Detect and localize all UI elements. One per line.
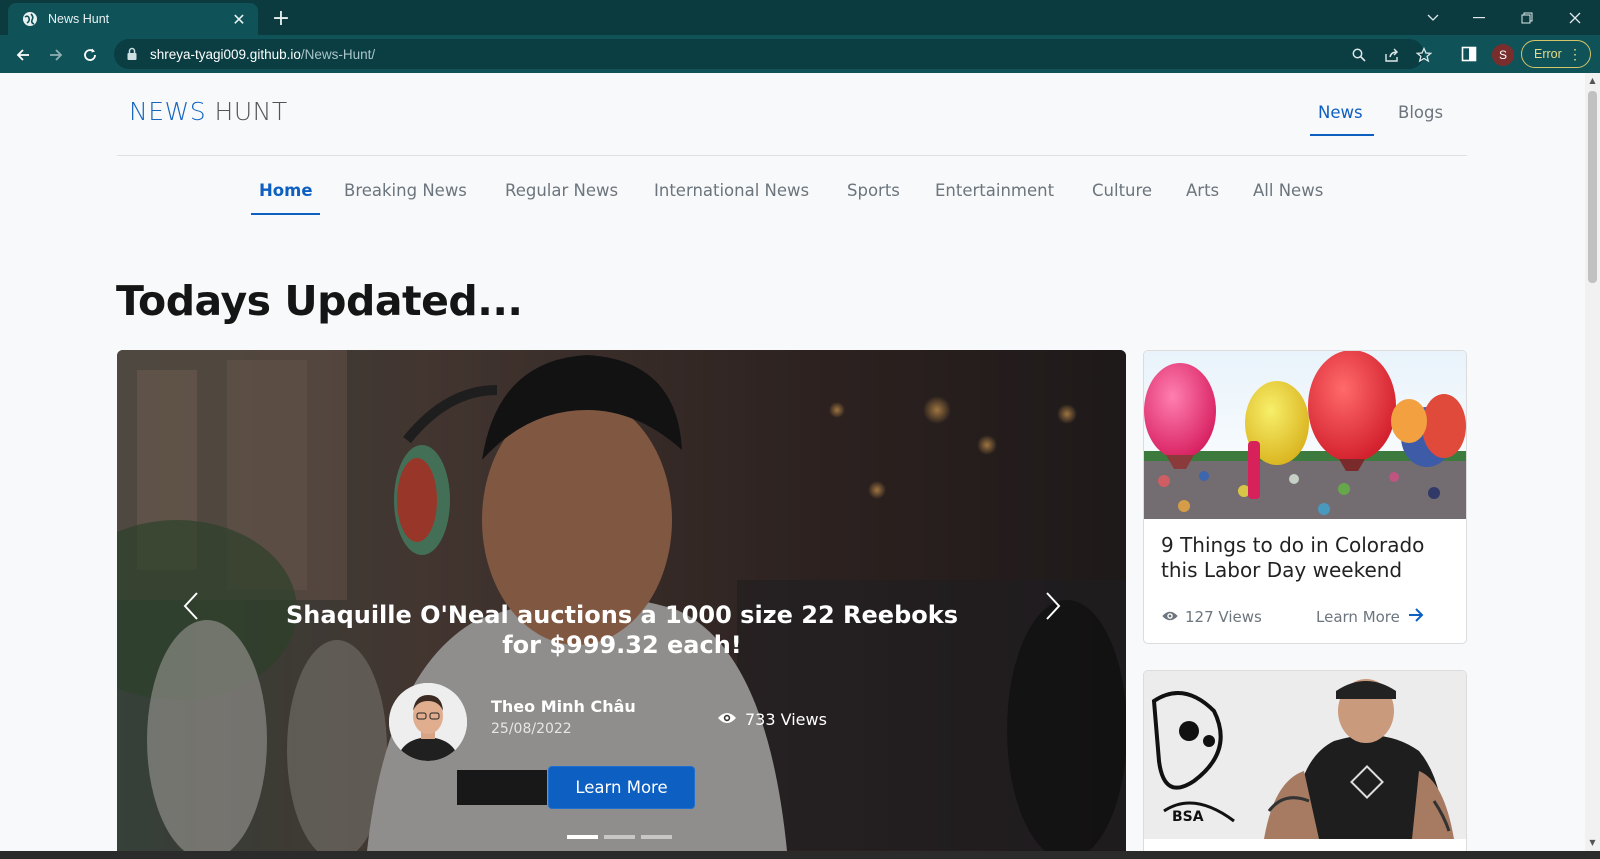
restore-button[interactable] bbox=[1504, 0, 1550, 35]
page-heading: Todays Updated... bbox=[116, 277, 523, 325]
new-tab-button[interactable]: + bbox=[268, 6, 294, 31]
top-nav-news[interactable]: News bbox=[1318, 103, 1363, 122]
close-window-button[interactable] bbox=[1552, 0, 1598, 35]
category-arts[interactable]: Arts bbox=[1186, 181, 1219, 200]
back-button[interactable] bbox=[9, 41, 37, 69]
more-options-icon: ⋮ bbox=[1568, 46, 1582, 62]
zoom-search-icon[interactable] bbox=[1350, 46, 1368, 64]
scroll-up-icon[interactable]: ▲ bbox=[1588, 76, 1597, 86]
active-tab-underline bbox=[1310, 134, 1374, 136]
category-home[interactable]: Home bbox=[259, 181, 313, 200]
publish-date: 25/08/2022 bbox=[491, 721, 572, 737]
side-panel-icon[interactable] bbox=[1459, 44, 1479, 64]
news-card[interactable]: 9 Things to do in Colorado this Labor Da… bbox=[1143, 350, 1467, 644]
carousel-indicators bbox=[567, 835, 672, 839]
category-regular-news[interactable]: Regular News bbox=[505, 181, 618, 200]
featured-carousel: Shaquille O'Neal auctions a 1000 size 22… bbox=[117, 350, 1126, 851]
eye-icon bbox=[1161, 608, 1179, 626]
error-menu-button[interactable]: Error ⋮ bbox=[1521, 40, 1591, 68]
forward-button[interactable] bbox=[42, 41, 70, 69]
category-entertainment[interactable]: Entertainment bbox=[935, 181, 1054, 200]
carousel-indicator[interactable] bbox=[604, 835, 635, 839]
active-category-underline bbox=[251, 213, 320, 215]
news-card[interactable]: BSA bbox=[1143, 670, 1467, 851]
card-image bbox=[1144, 351, 1466, 519]
bookmark-star-icon[interactable] bbox=[1415, 46, 1433, 64]
svg-text:BSA: BSA bbox=[1172, 809, 1204, 825]
carousel-indicator[interactable] bbox=[641, 835, 672, 839]
author-avatar bbox=[389, 683, 467, 761]
browser-tab-bar: News Hunt ✕ + bbox=[0, 0, 1600, 35]
browser-toolbar: shreya-tyagi009.github.io/News-Hunt/ S E… bbox=[0, 35, 1600, 73]
address-bar[interactable]: shreya-tyagi009.github.io/News-Hunt/ bbox=[114, 39, 1432, 69]
card-views: 127 Views bbox=[1161, 608, 1262, 626]
browser-tab[interactable]: News Hunt ✕ bbox=[8, 3, 258, 35]
share-icon[interactable] bbox=[1383, 46, 1401, 64]
globe-icon bbox=[22, 11, 38, 27]
scroll-thumb[interactable] bbox=[1588, 91, 1597, 283]
author-name: Theo Minh Châu bbox=[491, 697, 636, 716]
site-logo[interactable]: NEWS HUNT bbox=[129, 97, 288, 126]
profile-avatar[interactable]: S bbox=[1492, 44, 1514, 66]
top-nav-blogs[interactable]: Blogs bbox=[1398, 103, 1443, 122]
carousel-indicator[interactable] bbox=[567, 835, 598, 839]
category-all-news[interactable]: All News bbox=[1253, 181, 1323, 200]
category-international-news[interactable]: International News bbox=[654, 181, 809, 200]
taskbar-edge bbox=[0, 851, 1600, 859]
views-count: 733 Views bbox=[717, 710, 827, 729]
card-title[interactable]: 9 Things to do in Colorado this Labor Da… bbox=[1161, 533, 1451, 583]
carousel-prev-icon[interactable] bbox=[171, 582, 211, 630]
tab-title: News Hunt bbox=[48, 12, 110, 26]
minimize-button[interactable] bbox=[1456, 0, 1502, 35]
arrow-right-icon bbox=[1408, 608, 1424, 626]
close-tab-icon[interactable]: ✕ bbox=[230, 10, 248, 29]
page-scrollbar[interactable]: ▲ ▼ bbox=[1585, 73, 1600, 851]
reload-button[interactable] bbox=[76, 41, 104, 69]
tab-search-icon[interactable] bbox=[1410, 0, 1456, 35]
eye-icon bbox=[717, 710, 737, 729]
carousel-next-icon[interactable] bbox=[1033, 582, 1073, 630]
scroll-down-icon[interactable]: ▼ bbox=[1588, 838, 1597, 848]
page: NEWS HUNT News Blogs Home Breaking News … bbox=[0, 73, 1585, 851]
featured-title: Shaquille O'Neal auctions a 1000 size 22… bbox=[286, 601, 958, 659]
category-breaking-news[interactable]: Breaking News bbox=[344, 181, 467, 200]
url-text: shreya-tyagi009.github.io/News-Hunt/ bbox=[150, 46, 376, 62]
lock-icon bbox=[126, 47, 140, 61]
header-divider bbox=[117, 155, 1467, 156]
category-sports[interactable]: Sports bbox=[847, 181, 900, 200]
card-learn-more-link[interactable]: Learn More bbox=[1316, 608, 1424, 626]
learn-more-button[interactable]: Learn More bbox=[548, 766, 695, 809]
category-culture[interactable]: Culture bbox=[1092, 181, 1152, 200]
card-image: BSA bbox=[1144, 671, 1466, 839]
